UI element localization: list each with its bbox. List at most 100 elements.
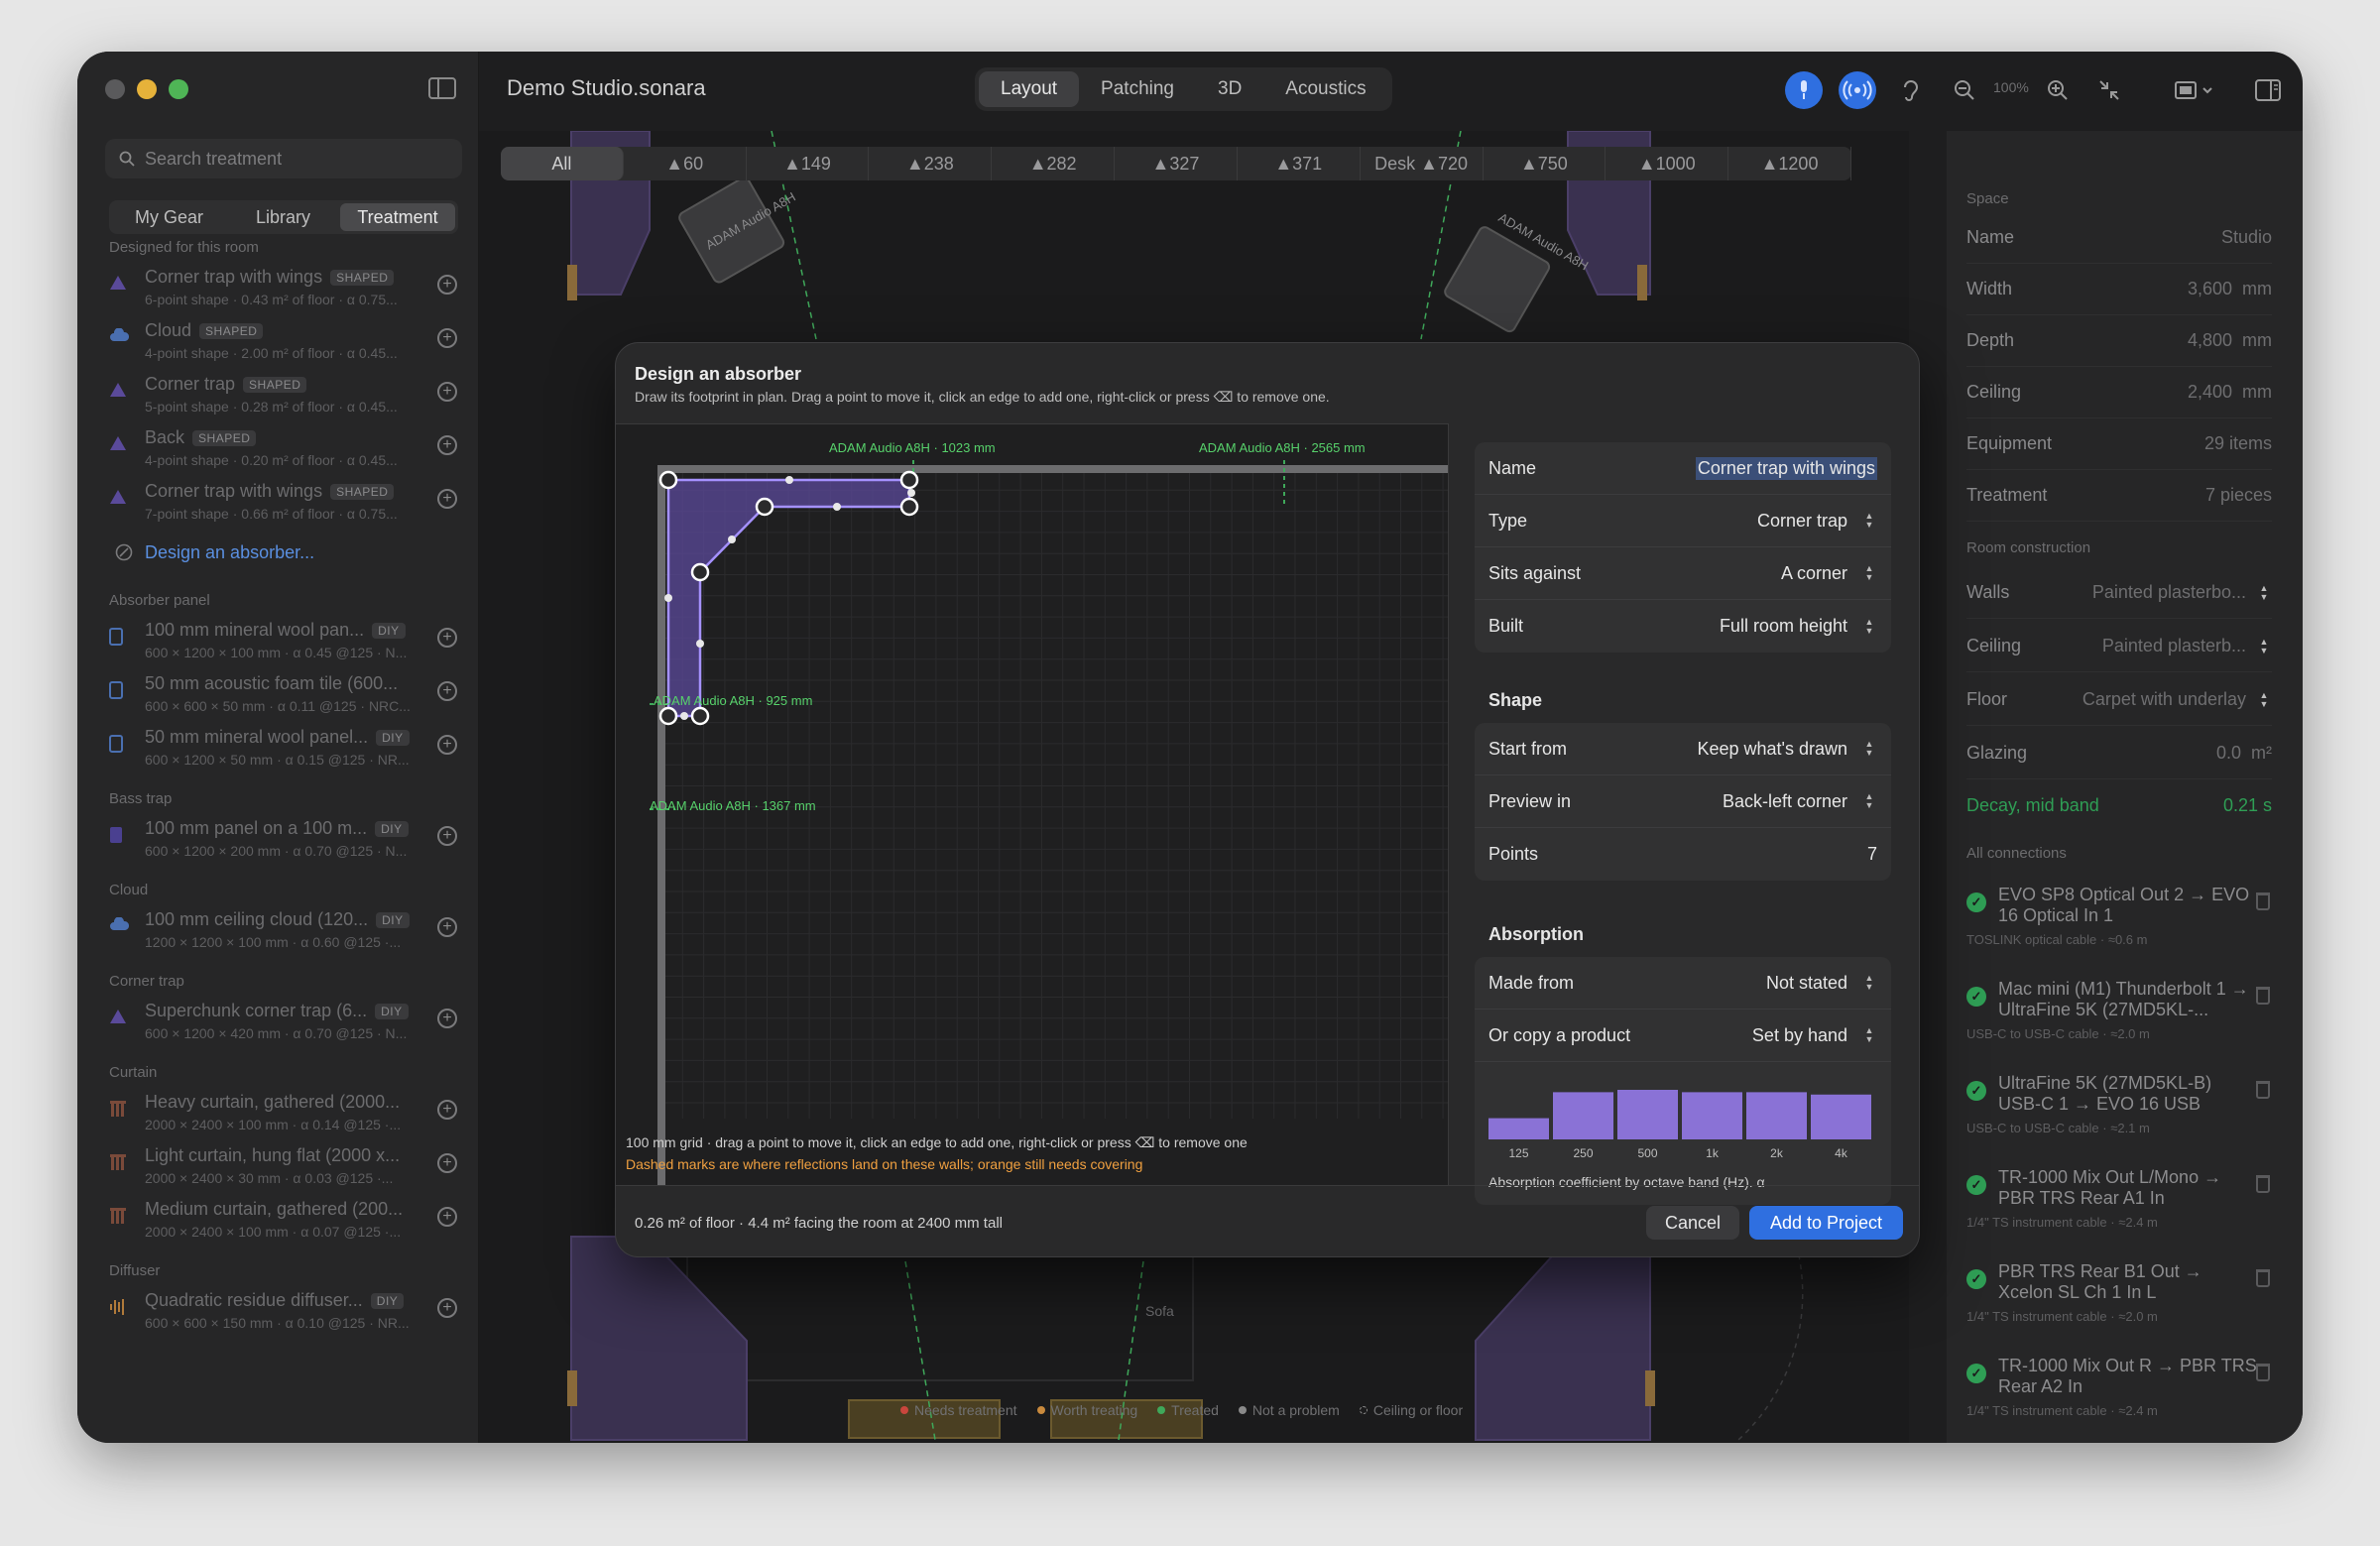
add-item-icon[interactable]: + (437, 681, 457, 701)
band-bar[interactable] (1617, 1090, 1678, 1139)
row-value[interactable]: 29 items (2204, 433, 2272, 454)
construction-select[interactable]: Painted plasterbo... (2092, 582, 2246, 603)
zoom-window-button[interactable] (169, 79, 188, 99)
sits-against-row[interactable]: Sits against A corner ▲ ▼ (1475, 547, 1891, 600)
start-from-row[interactable]: Start from Keep what's drawn ▲ ▼ (1475, 723, 1891, 775)
tab-treatment[interactable]: Treatment (340, 203, 455, 231)
height-tab[interactable]: ▲1000 (1606, 147, 1729, 180)
connection-item[interactable]: ✓ PBR TRS Rear B1 Out → Xcelon SL Ch 1 In… (1966, 1261, 2284, 1351)
add-item-icon[interactable]: + (437, 826, 457, 846)
row-value[interactable]: 4,800 (2188, 330, 2232, 351)
add-item-icon[interactable]: + (437, 1100, 457, 1120)
tab-library[interactable]: Library (226, 203, 340, 231)
trash-icon[interactable] (2256, 987, 2270, 1005)
height-tab[interactable]: ▲1200 (1728, 147, 1851, 180)
sidebar-toggle-icon[interactable] (428, 77, 456, 99)
tab-acoustics[interactable]: Acoustics (1263, 71, 1387, 107)
band-bar[interactable] (1488, 1118, 1549, 1139)
copy-product-select[interactable]: Set by hand (1752, 1025, 1847, 1046)
tab-my-gear[interactable]: My Gear (112, 203, 226, 231)
height-tab[interactable]: ▲327 (1115, 147, 1238, 180)
trash-icon[interactable] (2256, 1364, 2270, 1381)
height-tab[interactable]: ▲371 (1238, 147, 1361, 180)
list-item[interactable]: Quadratic residue diffuser... DIY 600 × 60… (77, 1284, 479, 1338)
add-item-icon[interactable]: + (437, 628, 457, 648)
list-item[interactable]: 100 mm mineral wool pan... DIY 600 × 1200 … (77, 614, 479, 667)
add-item-icon[interactable]: + (437, 489, 457, 509)
construction-row-floor[interactable]: Floor Carpet with underlay ▲ ▼ (1966, 674, 2272, 726)
list-item[interactable]: Back SHAPED 4-point shape · 0.20 m² of flo… (77, 421, 479, 475)
height-tab[interactable]: ▲60 (624, 147, 747, 180)
zoom-in-icon[interactable] (2039, 71, 2077, 109)
list-item[interactable]: Superchunk corner trap (6... DIY 600 × 120… (77, 995, 479, 1048)
space-row-depth[interactable]: Depth 4,800 mm (1966, 315, 2272, 367)
band-bar[interactable] (1682, 1092, 1742, 1139)
list-item[interactable]: Heavy curtain, gathered (2000... 2000 × 2… (77, 1086, 479, 1139)
construction-select[interactable]: Painted plasterb... (2102, 636, 2246, 656)
list-item[interactable]: 100 mm panel on a 100 m... DIY 600 × 1200 … (77, 812, 479, 866)
absorption-band-chart[interactable]: 125 250 500 1k 2k 4k (1475, 1068, 1891, 1167)
add-item-icon[interactable]: + (437, 917, 457, 937)
band-bar[interactable] (1746, 1092, 1807, 1139)
list-item[interactable]: 50 mm acoustic foam tile (600... 600 × 60… (77, 667, 479, 721)
close-window-button[interactable] (105, 79, 125, 99)
list-item[interactable]: Corner trap with wings SHAPED 7-point shap… (77, 475, 479, 529)
space-row-width[interactable]: Width 3,600 mm (1966, 264, 2272, 315)
sits-against-select[interactable]: A corner (1781, 563, 1847, 584)
connection-item[interactable]: ✓ TR-1000 Mix Out L/Mono → PBR TRS Rear A… (1966, 1167, 2284, 1256)
band-bar[interactable] (1811, 1094, 1871, 1139)
construction-row-walls[interactable]: Walls Painted plasterbo... ▲ ▼ (1966, 567, 2272, 619)
built-select[interactable]: Full room height (1720, 616, 1847, 637)
built-row[interactable]: Built Full room height ▲ ▼ (1475, 600, 1891, 653)
list-item[interactable]: 100 mm ceiling cloud (120... DIY 1200 × 12… (77, 903, 479, 957)
glazing-value[interactable]: 0.0 (2216, 743, 2241, 764)
list-item[interactable]: 50 mm mineral wool panel... DIY 600 × 1200… (77, 721, 479, 774)
fit-to-window-icon[interactable] (2090, 71, 2128, 109)
list-item[interactable]: Light curtain, hung flat (2000 x... 2000 … (77, 1139, 479, 1193)
connection-item[interactable]: ✓ TR-1000 Mix Out R → PBR TRS Rear A2 In 1… (1966, 1356, 2284, 1443)
add-item-icon[interactable]: + (437, 1009, 457, 1028)
space-row-name[interactable]: Name Studio (1966, 212, 2272, 264)
row-value[interactable]: 2,400 (2188, 382, 2232, 403)
connection-item[interactable]: ✓ Mac mini (M1) Thunderbolt 1 → UltraFine… (1966, 979, 2284, 1068)
height-tab[interactable]: ▲149 (747, 147, 870, 180)
height-tab[interactable]: ▲750 (1484, 147, 1606, 180)
type-row[interactable]: Type Corner trap ▲ ▼ (1475, 495, 1891, 547)
search-treatment-input[interactable]: Search treatment (105, 139, 462, 178)
list-item[interactable]: Medium curtain, gathered (200... 2000 × 2… (77, 1193, 479, 1247)
band-bar[interactable] (1553, 1092, 1613, 1139)
cancel-button[interactable]: Cancel (1646, 1206, 1739, 1240)
construction-select[interactable]: Carpet with underlay (2082, 689, 2246, 710)
preview-in-row[interactable]: Preview in Back-left corner ▲ ▼ (1475, 775, 1891, 828)
minimize-window-button[interactable] (137, 79, 157, 99)
trash-icon[interactable] (2256, 1175, 2270, 1193)
design-absorber-link[interactable]: Design an absorber... (77, 529, 479, 576)
trash-icon[interactable] (2256, 892, 2270, 910)
type-select[interactable]: Corner trap (1757, 511, 1847, 532)
add-to-project-button[interactable]: Add to Project (1749, 1206, 1903, 1240)
name-field[interactable]: Corner trap with wings (1695, 456, 1877, 480)
start-from-select[interactable]: Keep what's drawn (1697, 739, 1847, 760)
construction-row-ceiling[interactable]: Ceiling Painted plasterb... ▲ ▼ (1966, 621, 2272, 672)
footprint-editor[interactable]: ADAM Audio A8H · 1023 mm ADAM Audio A8H … (616, 423, 1449, 1185)
trash-icon[interactable] (2256, 1269, 2270, 1287)
tab-3d[interactable]: 3D (1196, 71, 1263, 107)
space-row-treatment[interactable]: Treatment 7 pieces (1966, 470, 2272, 522)
ear-icon[interactable] (1892, 71, 1930, 109)
made-from-row[interactable]: Made from Not stated ▲ ▼ (1475, 957, 1891, 1010)
trash-icon[interactable] (2256, 1081, 2270, 1099)
row-value[interactable]: 3,600 (2188, 279, 2232, 299)
row-value[interactable]: Studio (2221, 227, 2272, 248)
height-tab[interactable]: ▲282 (992, 147, 1116, 180)
inspector-toggle-icon[interactable] (2249, 71, 2287, 109)
tab-patching[interactable]: Patching (1079, 71, 1196, 107)
broadcast-icon[interactable] (1839, 71, 1876, 109)
connection-item[interactable]: ✓ EVO SP8 Optical Out 2 → EVO 16 Optical … (1966, 885, 2284, 974)
add-item-icon[interactable]: + (437, 735, 457, 755)
height-tab[interactable]: Desk ▲720 (1361, 147, 1484, 180)
height-tab[interactable]: All (501, 147, 624, 180)
list-item[interactable]: Cloud SHAPED 4-point shape · 2.00 m² of fl… (77, 314, 479, 368)
connection-item[interactable]: ✓ UltraFine 5K (27MD5KL-B) USB-C 1 → EVO … (1966, 1073, 2284, 1162)
add-item-icon[interactable]: + (437, 1153, 457, 1173)
microphone-icon[interactable] (1785, 71, 1823, 109)
